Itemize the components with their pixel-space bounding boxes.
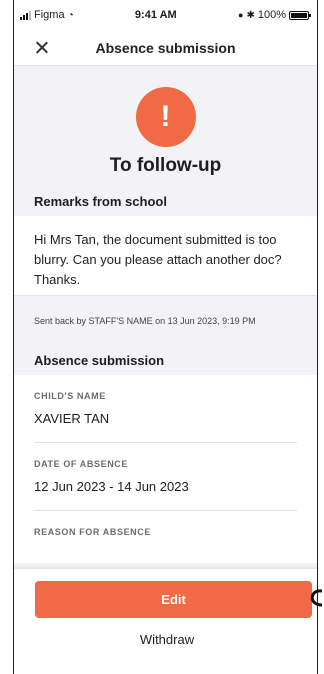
date-of-absence-field: DATE OF ABSENCE 12 Jun 2023 - 14 Jun 202… xyxy=(14,443,317,511)
signal-icon xyxy=(20,10,31,20)
page-title: Absence submission xyxy=(95,39,236,56)
drag-handle-icon[interactable] xyxy=(306,585,322,611)
child-name-field: CHILD'S NAME XAVIER TAN xyxy=(14,375,317,443)
field-label: CHILD'S NAME xyxy=(34,391,106,401)
status-left: Figma ◔ xyxy=(20,9,74,21)
battery-percent: 100% xyxy=(257,9,286,21)
action-footer: Edit Withdraw xyxy=(14,569,317,674)
nav-header: Absence submission xyxy=(14,30,317,66)
close-icon[interactable] xyxy=(32,38,52,58)
status-hero: ! To follow-up xyxy=(14,66,317,186)
field-value: 12 Jun 2023 - 14 Jun 2023 xyxy=(34,469,297,511)
reason-field: REASON FOR ABSENCE xyxy=(14,511,317,563)
remarks-message: Hi Mrs Tan, the document submitted is to… xyxy=(14,216,317,295)
alert-icon: ! xyxy=(135,87,196,147)
edit-button[interactable]: Edit xyxy=(35,581,312,618)
carrier-name: Figma xyxy=(34,9,65,21)
submission-heading: Absence submission xyxy=(14,345,317,375)
sent-back-info: Sent back by STAFF'S NAME on 13 Jun 2023… xyxy=(14,295,317,345)
status-time: 9:41 AM xyxy=(134,9,177,21)
remarks-heading: Remarks from school xyxy=(14,186,317,216)
wifi-icon: ◔ xyxy=(67,9,74,21)
alarm-icon: ● xyxy=(238,10,244,20)
field-label: REASON FOR ABSENCE xyxy=(34,527,151,537)
battery-fill xyxy=(290,12,307,18)
withdraw-button[interactable]: Withdraw xyxy=(35,632,309,647)
field-value xyxy=(34,537,297,563)
battery-icon xyxy=(288,10,311,20)
status-bar: Figma ◔ 9:41 AM ● ✱ 100% xyxy=(14,0,317,30)
bluetooth-icon: ✱ xyxy=(246,9,255,21)
status-title: To follow-up xyxy=(109,155,222,176)
field-label: DATE OF ABSENCE xyxy=(34,459,129,469)
field-value: XAVIER TAN xyxy=(34,401,297,443)
status-right: ● ✱ 100% xyxy=(238,9,311,21)
phone-frame: Figma ◔ 9:41 AM ● ✱ 100% Absence submiss… xyxy=(13,0,318,674)
